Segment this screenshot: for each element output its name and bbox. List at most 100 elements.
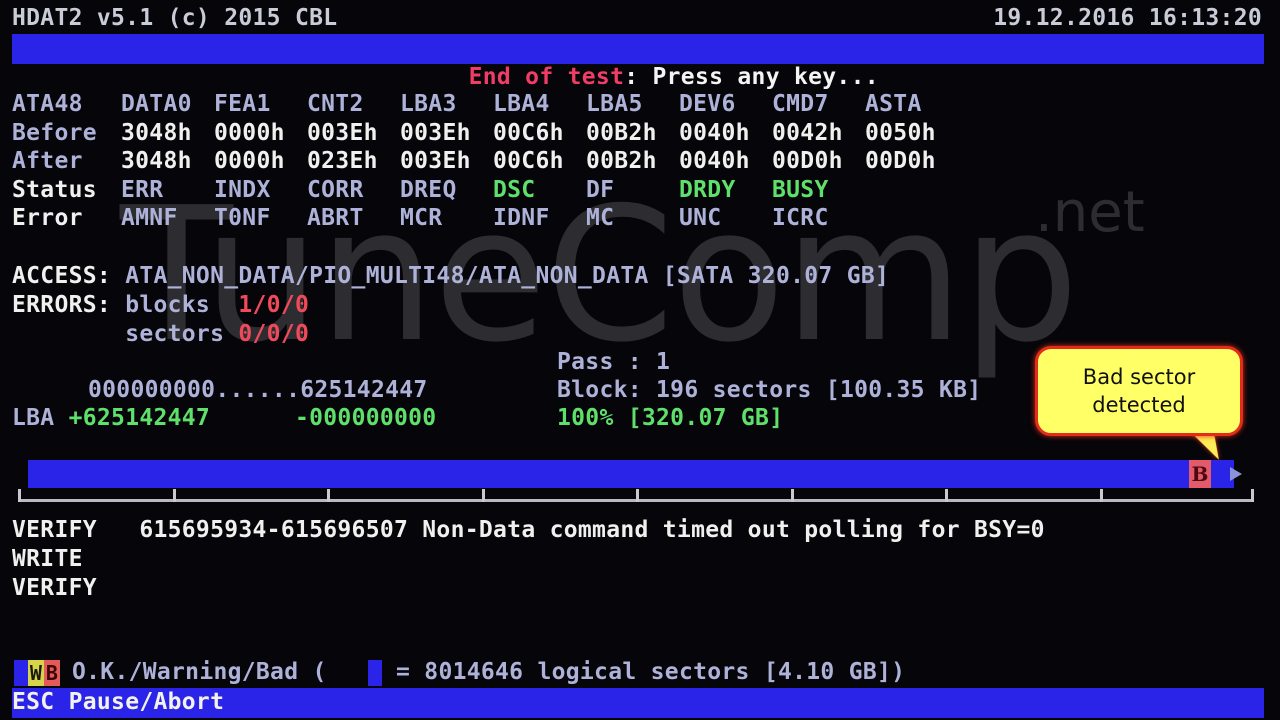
app-title: HDAT2 v5.1 (c) 2015 CBL — [12, 5, 338, 31]
sectors-error-count: 0/0/0 — [238, 321, 310, 347]
register-value: 0040h — [679, 148, 750, 174]
block-size: Block: 196 sectors [100.35 KB] — [557, 377, 982, 403]
lba-line: LBA +625142447 -000000000 — [12, 404, 436, 432]
register-value: 023Eh — [307, 148, 378, 174]
legend-block-text: = 8014646 logical sectors [4.10 GB]) — [396, 659, 906, 685]
range-end: 625142447 — [300, 377, 428, 403]
errors-blocks-line: ERRORS: blocks 1/0/0 — [12, 291, 309, 319]
register-before-row: Before 3048h 0000h 003Eh 003Eh 00C6h 00B… — [12, 119, 958, 148]
error-flag: MC — [586, 205, 615, 231]
access-line: ACCESS: ATA_NON_DATA/PIO_MULTI48/ATA_NON… — [12, 262, 889, 290]
register-value: 3048h — [121, 148, 192, 174]
log-op: VERIFY — [12, 517, 97, 543]
pass-count: Pass : 1 — [557, 349, 671, 375]
scale-tick — [945, 489, 948, 502]
register-header: FEA1 — [214, 91, 271, 117]
footer-hint[interactable]: ESC Pause/Abort — [12, 688, 224, 716]
register-header: ASTA — [865, 91, 922, 117]
legend-warning-swatch: W — [28, 660, 44, 686]
status-bar: End of test: Press any key... — [12, 34, 1264, 90]
register-value: 0000h — [214, 119, 285, 146]
esc-key[interactable]: ESC — [12, 689, 54, 715]
register-header: LBA3 — [400, 91, 457, 117]
error-flag: T0NF — [214, 205, 271, 231]
register-header: LBA5 — [586, 91, 643, 117]
log-line: WRITE — [12, 545, 83, 573]
datetime: 19.12.2016 16:13:20 — [993, 5, 1262, 31]
status-flag: DF — [586, 176, 615, 203]
scale-tick — [327, 489, 330, 502]
callout-line-2: detected — [1092, 393, 1186, 417]
register-value: 00D0h — [865, 148, 936, 174]
status-flag: CORR — [307, 176, 364, 203]
callout-line-1: Bad sector — [1082, 365, 1196, 389]
log-line: VERIFY — [12, 574, 97, 602]
error-flag: MCR — [400, 205, 443, 231]
log-message: 615695934-615696507 Non-Data command tim… — [139, 517, 1045, 543]
status-flags-row: Status ERR INDX CORR DREQ DSC DF DRDY BU… — [12, 176, 958, 205]
legend-ok-swatch — [14, 660, 28, 686]
blocks-error-count: 1/0/0 — [238, 292, 310, 318]
range-dots: ...... — [215, 377, 301, 403]
error-flags-row: Error AMNF T0NF ABRT MCR IDNF MC UNC ICR… — [12, 204, 958, 233]
blocks-label: blocks — [125, 292, 211, 318]
register-value: 003Eh — [400, 119, 471, 146]
row-label-after: After — [12, 148, 83, 174]
register-value: 0040h — [679, 119, 750, 146]
scale-tick — [791, 489, 794, 502]
lba-minus: -000000000 — [294, 405, 437, 431]
progress-scale — [18, 488, 1254, 502]
status-separator: : — [624, 64, 653, 90]
error-flag: UNC — [679, 205, 722, 231]
status-flag: BUSY — [772, 176, 829, 203]
register-header: DATA0 — [121, 91, 192, 117]
register-header: CNT2 — [307, 91, 364, 117]
error-flag: ABRT — [307, 205, 364, 231]
register-value: 0042h — [772, 119, 843, 146]
status-flag: DRDY — [679, 176, 736, 203]
legend-block-swatch — [368, 660, 382, 686]
register-value: 0050h — [865, 119, 936, 146]
scale-tick — [636, 489, 639, 502]
status-flag: DREQ — [400, 176, 457, 203]
register-value: 00D0h — [772, 148, 843, 174]
lba-plus: +625142447 — [68, 405, 211, 431]
status-prompt: Press any key... — [652, 64, 879, 90]
row-label-status: Status — [12, 176, 97, 203]
progress-arrow-icon — [1230, 467, 1242, 481]
sectors-label: sectors — [125, 321, 225, 347]
error-flag: AMNF — [121, 205, 178, 231]
scale-tick — [1251, 489, 1254, 502]
error-flag: ICRC — [772, 205, 829, 231]
lba-range: 000000000......625142447 — [88, 376, 428, 404]
register-header-row: ATA48 DATA0 FEA1 CNT2 LBA3 LBA4 LBA5 DEV… — [12, 90, 958, 119]
register-header: CMD7 — [772, 91, 829, 117]
register-after-row: After 3048h 0000h 023Eh 003Eh 00C6h 00B2… — [12, 147, 958, 176]
register-table: ATA48 DATA0 FEA1 CNT2 LBA3 LBA4 LBA5 DEV… — [12, 90, 958, 233]
errors-label: ERRORS: — [12, 292, 112, 318]
legend-bad-swatch: B — [44, 660, 60, 686]
scan-progress-bar: B — [28, 460, 1248, 488]
access-value: ATA_NON_DATA/PIO_MULTI48/ATA_NON_DATA [S… — [125, 263, 890, 289]
log-op: VERIFY — [12, 575, 97, 601]
register-value: 003Eh — [307, 119, 378, 146]
row-label-error: Error — [12, 205, 83, 231]
scale-tick — [1100, 489, 1103, 502]
errors-sectors-line: sectors 0/0/0 — [12, 320, 309, 348]
register-value: 3048h — [121, 119, 192, 146]
status-flag: DSC — [493, 176, 536, 203]
register-value: 0000h — [214, 148, 285, 174]
range-start: 000000000 — [88, 377, 216, 403]
scale-tick — [482, 489, 485, 502]
register-value: 00B2h — [586, 119, 657, 146]
status-flag: ERR — [121, 176, 164, 203]
log-line: VERIFY 615695934-615696507 Non-Data comm… — [12, 516, 1045, 544]
register-value: 003Eh — [400, 148, 471, 174]
error-flag: IDNF — [493, 205, 550, 231]
register-value: 00B2h — [586, 148, 657, 174]
register-header: DEV6 — [679, 91, 736, 117]
scale-tick — [18, 489, 21, 502]
legend-text: O.K./Warning/Bad ( — [72, 659, 327, 685]
lba-label: LBA — [12, 405, 55, 431]
pause-abort-action[interactable]: Pause/Abort — [69, 689, 225, 715]
